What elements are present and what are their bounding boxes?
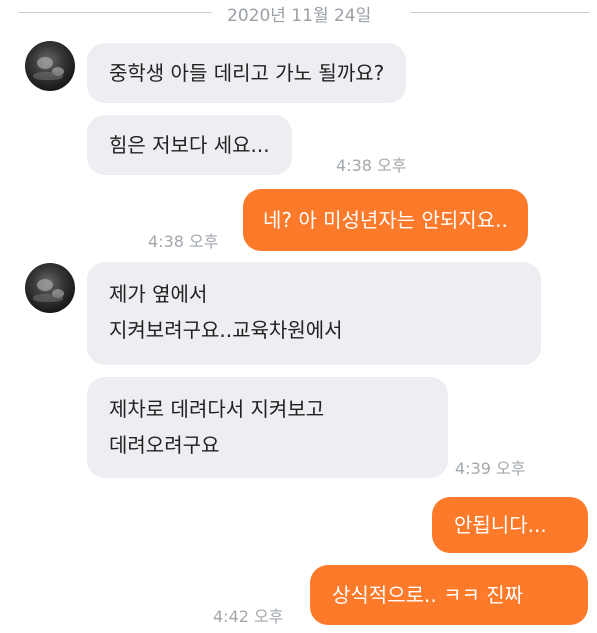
message-bubble-incoming[interactable]: 제가 옆에서 지켜보려구요..교육차원에서 <box>87 262 541 365</box>
message-timestamp: 4:42 오후 <box>213 607 284 626</box>
message-text: 중학생 아들 데리고 가노 될까요? <box>109 61 385 85</box>
message-text: 안됩니다... <box>454 513 547 537</box>
message-bubble-outgoing[interactable]: 안됩니다... <box>432 497 588 553</box>
contact-avatar[interactable] <box>25 41 75 91</box>
message-timestamp: 4:38 오후 <box>336 156 407 175</box>
message-bubble-outgoing[interactable]: 상식적으로.. ㅋㅋ 진짜 <box>310 565 588 625</box>
contact-avatar[interactable] <box>25 263 75 313</box>
message-timestamp: 4:38 오후 <box>148 232 219 251</box>
message-text: 상식적으로.. ㅋㅋ 진짜 <box>332 583 524 607</box>
message-bubble-incoming[interactable]: 중학생 아들 데리고 가노 될까요? <box>87 43 407 103</box>
message-line: 데려오려구요 <box>109 433 220 457</box>
message-line: 제가 옆에서 <box>109 282 208 306</box>
message-bubble-incoming[interactable]: 제차로 데려다서 지켜보고 데려오려구요 <box>87 377 448 478</box>
date-separator: 2020년 11월 24일 <box>0 0 597 26</box>
message-line: 제차로 데려다서 지켜보고 <box>109 397 325 421</box>
message-text: 힘은 저보다 세요... <box>109 133 270 157</box>
message-line: 지켜보려구요..교육차원에서 <box>109 318 343 342</box>
message-bubble-outgoing[interactable]: 네? 아 미성년자는 안되지요.. <box>243 189 528 251</box>
date-label: 2020년 11월 24일 <box>227 6 372 26</box>
date-divider-right <box>410 12 590 13</box>
date-divider-left <box>18 12 212 13</box>
message-text: 네? 아 미성년자는 안되지요.. <box>263 208 508 232</box>
message-bubble-incoming[interactable]: 힘은 저보다 세요... <box>87 115 292 175</box>
message-timestamp: 4:39 오후 <box>455 459 526 478</box>
